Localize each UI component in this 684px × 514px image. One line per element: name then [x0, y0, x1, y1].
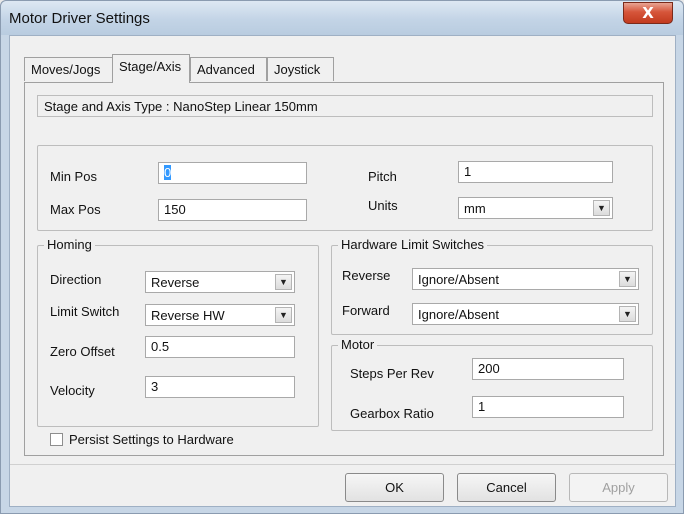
max-pos-input[interactable]: 150: [158, 199, 307, 221]
zero-offset-label: Zero Offset: [50, 344, 115, 359]
min-pos-label: Min Pos: [50, 169, 97, 184]
cancel-button[interactable]: Cancel: [457, 473, 556, 502]
limit-switch-value: Reverse HW: [151, 308, 225, 323]
forward-limit-value: Ignore/Absent: [418, 307, 499, 322]
chevron-down-icon[interactable]: ▼: [619, 306, 636, 322]
reverse-limit-select[interactable]: Ignore/Absent ▼: [412, 268, 639, 290]
steps-per-rev-label: Steps Per Rev: [350, 366, 434, 381]
limits-group: Min Pos 0 Max Pos 150 Pitch 1 Units mm ▼: [37, 145, 653, 231]
forward-limit-select[interactable]: Ignore/Absent ▼: [412, 303, 639, 325]
stage-type-info: Stage and Axis Type : NanoStep Linear 15…: [37, 95, 653, 117]
title-bar[interactable]: Motor Driver Settings X: [1, 1, 683, 35]
limit-switch-label: Limit Switch: [50, 304, 120, 319]
units-value: mm: [464, 201, 486, 216]
steps-per-rev-input[interactable]: 200: [472, 358, 624, 380]
direction-label: Direction: [50, 272, 102, 287]
ok-button[interactable]: OK: [345, 473, 444, 502]
direction-value: Reverse: [151, 275, 200, 290]
stage-axis-panel: Stage and Axis Type : NanoStep Linear 15…: [24, 82, 664, 456]
direction-select[interactable]: Reverse ▼: [145, 271, 295, 293]
min-pos-value: 0: [164, 165, 172, 180]
hw-limit-switches-title: Hardware Limit Switches: [338, 237, 488, 252]
max-pos-label: Max Pos: [50, 202, 101, 217]
units-select[interactable]: mm ▼: [458, 197, 613, 219]
chevron-down-icon[interactable]: ▼: [275, 274, 292, 290]
apply-button[interactable]: Apply: [569, 473, 668, 502]
zero-offset-input[interactable]: 0.5: [145, 336, 295, 358]
dialog-client: Moves/Jogs Stage/Axis Advanced Joystick …: [9, 35, 676, 507]
tab-joystick[interactable]: Joystick: [267, 57, 334, 81]
tab-moves-jogs[interactable]: Moves/Jogs: [24, 57, 113, 81]
gearbox-ratio-input[interactable]: 1: [472, 396, 624, 418]
persist-settings-label: Persist Settings to Hardware: [69, 432, 234, 447]
homing-group: Homing Direction Reverse ▼ Limit Switch …: [37, 237, 319, 427]
min-pos-input[interactable]: 0: [158, 162, 307, 184]
chevron-down-icon[interactable]: ▼: [593, 200, 610, 216]
tab-stage-axis[interactable]: Stage/Axis: [112, 54, 190, 83]
motor-group-title: Motor: [338, 337, 378, 352]
persist-settings-checkbox-row[interactable]: Persist Settings to Hardware: [50, 432, 234, 447]
close-icon: X: [642, 4, 654, 22]
dialog-window: Motor Driver Settings X Moves/Jogs Stage…: [0, 0, 684, 514]
limit-switch-select[interactable]: Reverse HW ▼: [145, 304, 295, 326]
chevron-down-icon[interactable]: ▼: [619, 271, 636, 287]
units-label: Units: [368, 198, 398, 213]
homing-group-title: Homing: [44, 237, 95, 252]
pitch-input[interactable]: 1: [458, 161, 613, 183]
pitch-label: Pitch: [368, 169, 397, 184]
forward-label: Forward: [342, 303, 390, 318]
gearbox-ratio-label: Gearbox Ratio: [350, 406, 434, 421]
velocity-label: Velocity: [50, 383, 95, 398]
motor-group: Motor Steps Per Rev 200 Gearbox Ratio 1: [331, 337, 653, 431]
reverse-label: Reverse: [342, 268, 391, 283]
persist-settings-checkbox[interactable]: [50, 433, 63, 446]
tab-advanced[interactable]: Advanced: [190, 57, 267, 81]
footer-divider: [10, 464, 675, 465]
hw-limit-switches-group: Hardware Limit Switches Reverse Ignore/A…: [331, 237, 653, 335]
velocity-input[interactable]: 3: [145, 376, 295, 398]
close-button[interactable]: X: [623, 2, 673, 24]
reverse-limit-value: Ignore/Absent: [418, 272, 499, 287]
chevron-down-icon[interactable]: ▼: [275, 307, 292, 323]
window-title: Motor Driver Settings: [9, 10, 150, 27]
